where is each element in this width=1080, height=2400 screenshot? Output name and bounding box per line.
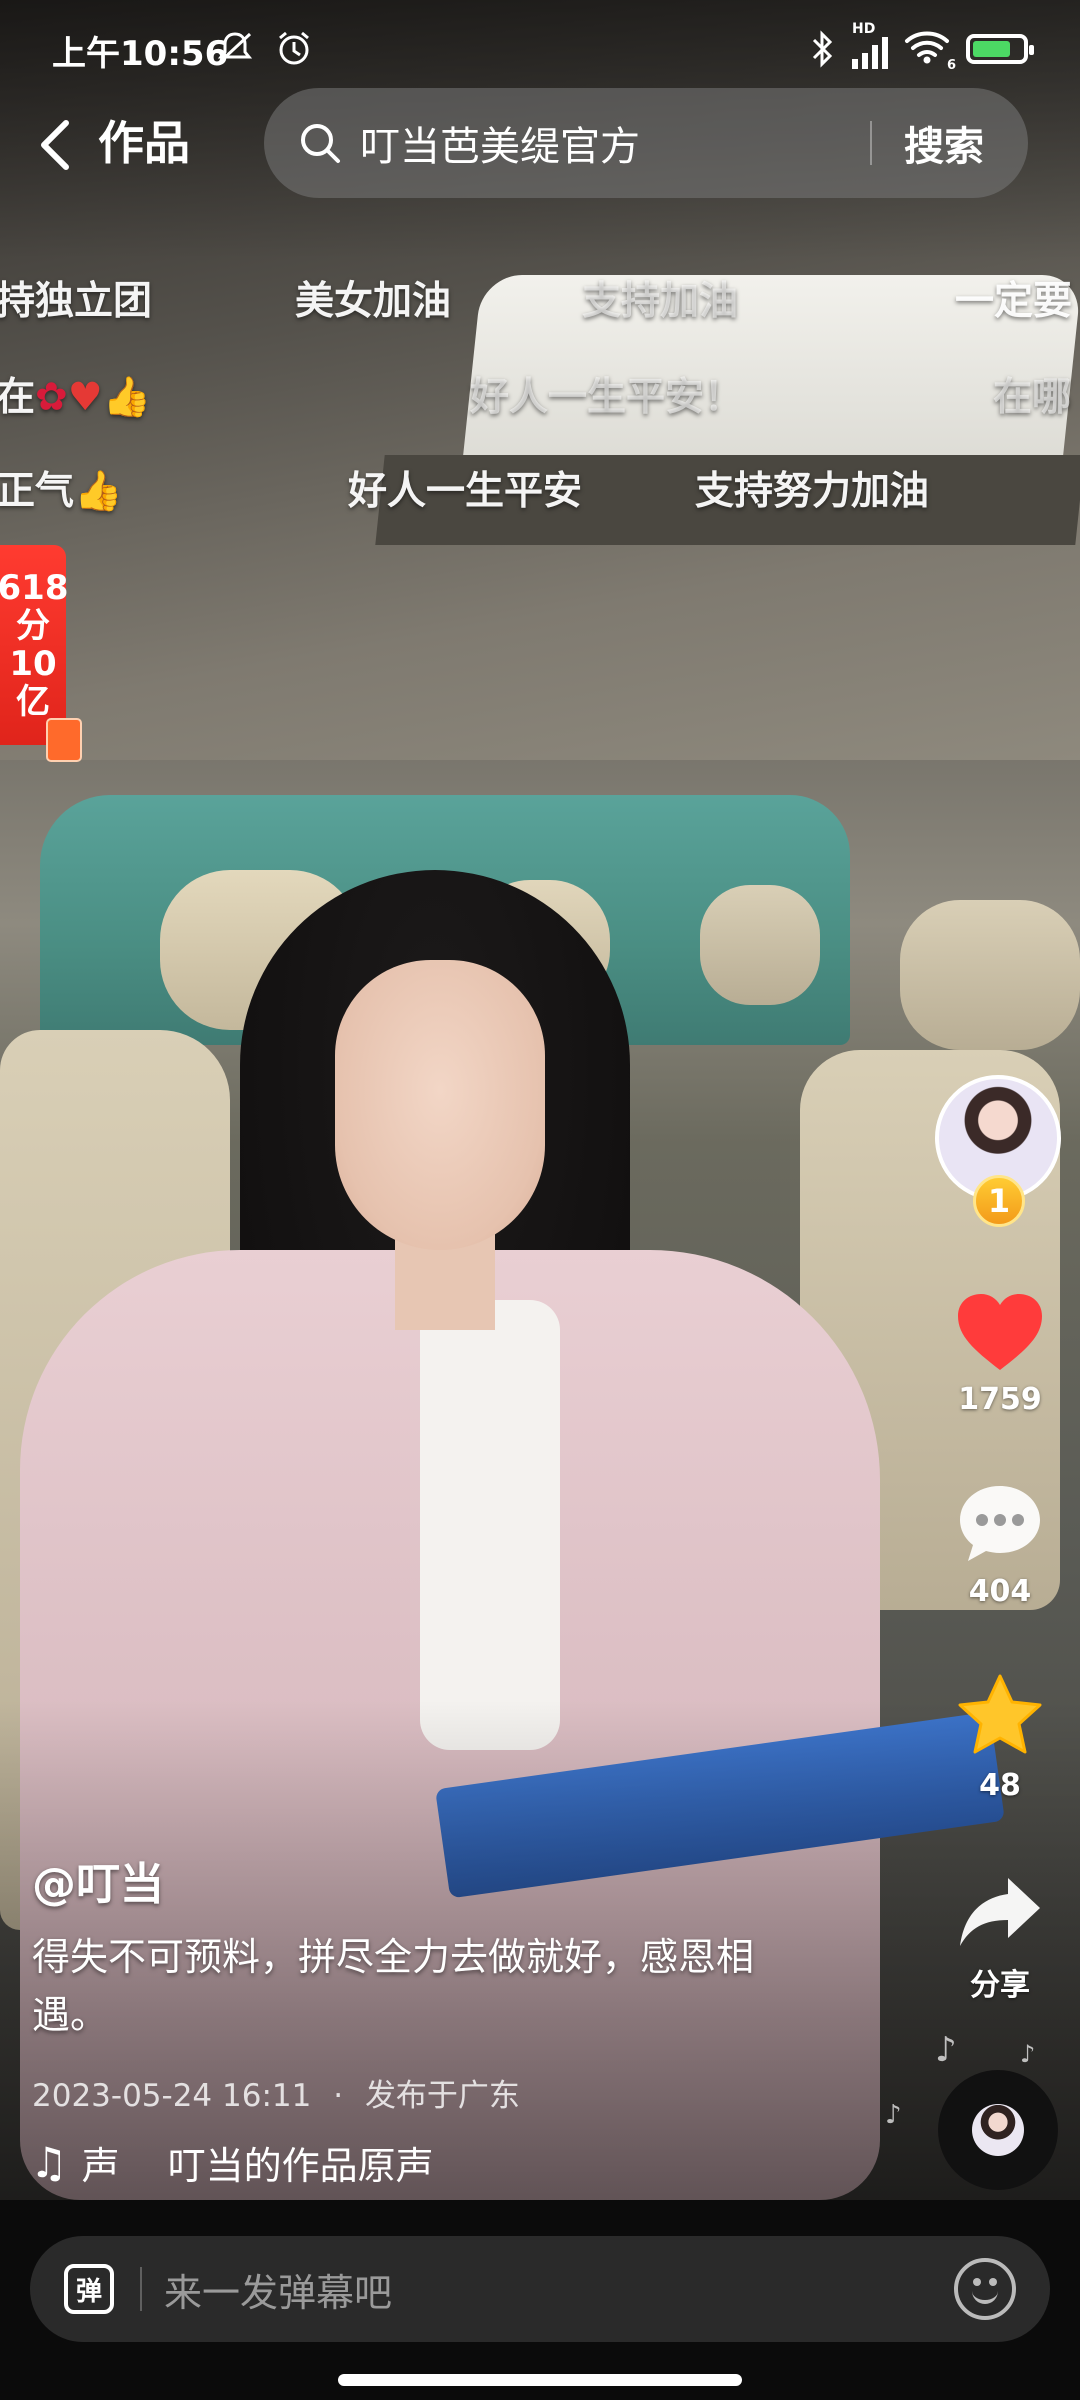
danmaku-placeholder[interactable]: 来一发弹幕吧 xyxy=(164,2262,954,2317)
bluetooth-icon xyxy=(812,30,833,68)
danmaku-item: 好人一生平安！ xyxy=(470,375,744,420)
page-title: 作品 xyxy=(98,116,190,170)
video-seat xyxy=(700,885,820,1005)
favorite-count: 48 xyxy=(979,1768,1021,1803)
emoji-icon[interactable] xyxy=(954,2258,1016,2320)
thumbs-up-emoji-icon: 👍 xyxy=(74,469,123,514)
danmu-toggle-icon[interactable]: 弹 xyxy=(64,2264,114,2314)
author-name[interactable]: @叮当 xyxy=(32,1848,164,1912)
danmaku-item: 支持加油 xyxy=(582,279,739,324)
comment-count: 404 xyxy=(968,1574,1032,1609)
video-person-face xyxy=(335,960,545,1250)
music-note-icon: ♪ xyxy=(885,2100,902,2130)
like-count: 1759 xyxy=(958,1382,1042,1417)
comment-button[interactable]: 404 xyxy=(930,1482,1070,1609)
like-button[interactable]: 1759 xyxy=(930,1290,1070,1417)
danmaku-item: 持独立团 xyxy=(0,279,153,324)
mute-icon xyxy=(217,31,253,63)
search-bar[interactable]: 叮当芭美缇官方 搜索 xyxy=(264,88,1028,198)
video-meta: 2023-05-24 16:11 · 发布于广东 xyxy=(32,2070,520,2115)
favorite-button[interactable]: 48 xyxy=(930,1672,1070,1803)
danmaku-input[interactable]: 弹 来一发弹幕吧 xyxy=(30,2236,1050,2342)
danmaku-item: 在✿♥👍 xyxy=(0,366,151,422)
red-envelope-icon[interactable] xyxy=(46,718,82,762)
danmaku-item: 一定要 xyxy=(955,279,1073,324)
search-input[interactable]: 叮当芭美缇官方 xyxy=(360,114,870,172)
search-button[interactable]: 搜索 xyxy=(872,114,1028,172)
music-prefix: 声 xyxy=(81,2144,120,2188)
music-disc-button[interactable] xyxy=(938,2070,1058,2190)
danmaku-item: 在哪 xyxy=(993,375,1072,420)
share-arrow-icon xyxy=(960,1878,1040,1946)
danmaku-item: 正气👍 xyxy=(0,460,123,516)
rose-emoji-icon: ✿ xyxy=(35,375,68,420)
promo-line: 亿 xyxy=(16,682,50,722)
emoji-mouth xyxy=(972,2286,998,2304)
status-right-icons: HD 6 xyxy=(810,21,1034,74)
music-note-icon: ♪ xyxy=(935,2030,957,2070)
danmaku-item: 好人一生平安 xyxy=(348,469,583,514)
publish-date: 2023-05-24 16:11 xyxy=(32,2078,312,2114)
search-icon xyxy=(301,124,340,163)
danmaku-item: 支持努力加油 xyxy=(695,469,930,514)
battery-icon xyxy=(966,34,1034,64)
chevron-left-icon xyxy=(41,120,69,170)
music-disc-cover xyxy=(972,2104,1024,2156)
star-icon xyxy=(958,1674,1042,1754)
danmaku-item: 美女加油 xyxy=(295,279,452,324)
danmaku-text: 正气 xyxy=(0,469,75,514)
video-seat xyxy=(900,900,1080,1050)
video-person-shirt xyxy=(420,1300,560,1750)
music-note-icon: ♪ xyxy=(1020,2040,1036,2068)
promo-badge[interactable]: 618 分 10 亿 xyxy=(0,545,69,745)
hd-label: HD xyxy=(852,21,876,37)
status-time: 上午10:56 xyxy=(52,34,229,74)
back-button[interactable] xyxy=(36,110,96,180)
battery-fill xyxy=(973,41,1011,57)
hd-signal-icon: HD xyxy=(852,21,888,69)
publish-location: 发布于广东 xyxy=(364,2078,520,2114)
input-divider xyxy=(140,2267,142,2311)
promo-line: 618 xyxy=(0,568,69,608)
wifi-sub: 6 xyxy=(946,58,956,73)
share-label: 分享 xyxy=(970,1968,1030,2003)
author-avatar-button[interactable]: 1 xyxy=(935,1075,1061,1227)
promo-line: 分 xyxy=(16,606,50,646)
video-caption[interactable]: 得失不可预料，拼尽全力去做就好，感恩相遇。 xyxy=(32,1928,812,2044)
heart-icon xyxy=(958,1294,1042,1370)
danmaku-text: 在 xyxy=(0,375,36,420)
thumbs-up-emoji-icon: 👍 xyxy=(102,375,152,420)
promo-line: 10 xyxy=(9,644,57,684)
comment-icon xyxy=(960,1486,1040,1561)
music-note-icon: ♫ xyxy=(30,2138,68,2187)
wifi-icon: 6 xyxy=(904,29,956,73)
share-button[interactable]: 分享 xyxy=(930,1872,1070,2004)
music-info[interactable]: ♫ 声 叮当的作品原声 xyxy=(30,2135,434,2190)
status-left-icons xyxy=(215,26,314,68)
meta-separator: · xyxy=(333,2078,344,2114)
music-title: 叮当的作品原声 xyxy=(167,2144,434,2188)
status-bar: 上午10:56 HD 6 xyxy=(0,0,1080,100)
rank-badge: 1 xyxy=(973,1175,1025,1227)
heart-emoji-icon: ♥ xyxy=(67,375,103,420)
home-indicator xyxy=(338,2374,742,2386)
alarm-icon xyxy=(278,31,309,64)
